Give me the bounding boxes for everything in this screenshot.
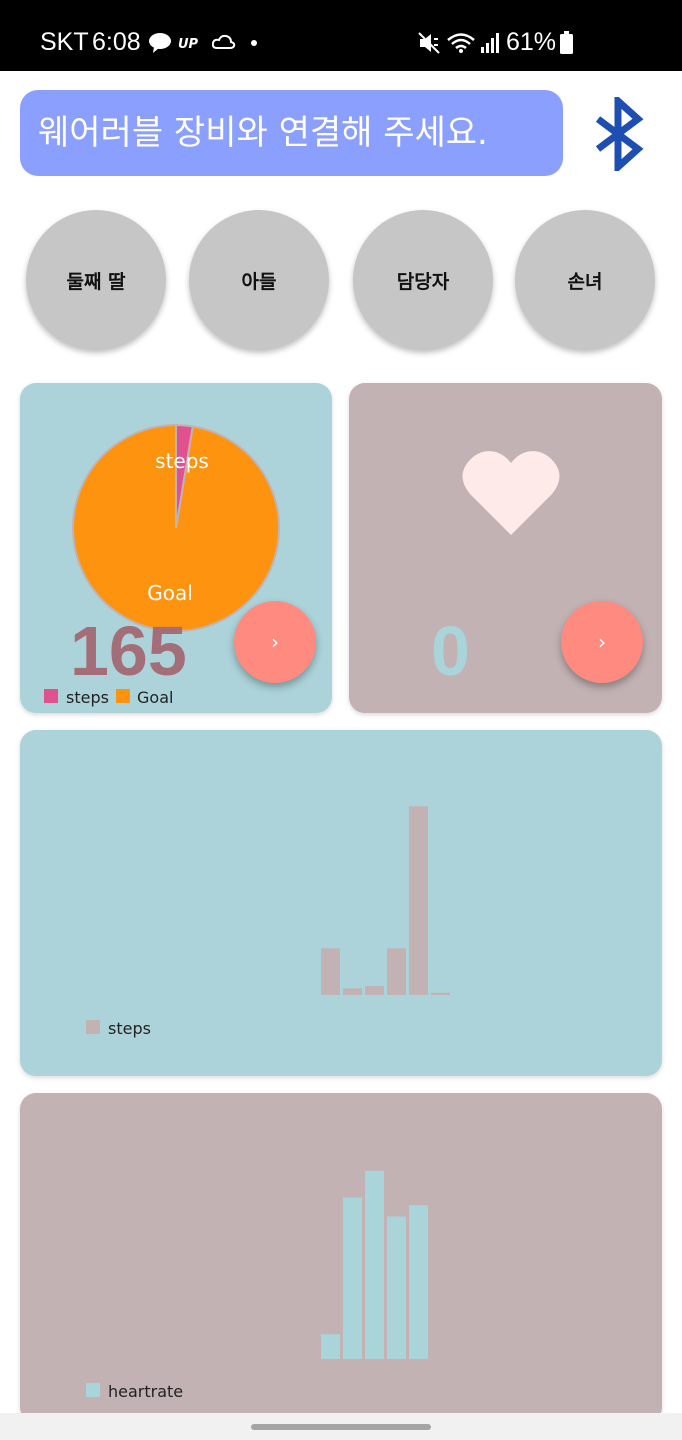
heartrate-bar (387, 1216, 406, 1359)
legend-swatch-heartrate-chart (86, 1383, 100, 1397)
steps-bar (321, 948, 340, 995)
home-handle[interactable] (251, 1424, 431, 1430)
legend-label-goal: Goal (137, 688, 174, 707)
heart-detail-button[interactable]: › (561, 601, 643, 683)
heartrate-bar (343, 1197, 362, 1359)
steps-bar (409, 806, 428, 995)
cloud-icon (212, 34, 236, 49)
heartrate-bar (409, 1205, 428, 1359)
clock: 6:08 (92, 28, 141, 56)
steps-bar (365, 986, 384, 995)
contact-label: 손녀 (567, 270, 603, 293)
steps-bar (431, 992, 450, 995)
legend-label-heartrate-chart: heartrate (108, 1382, 184, 1401)
legend-label-steps-chart: steps (108, 1019, 151, 1038)
dot-icon (251, 40, 257, 46)
heartrate-bar (365, 1170, 384, 1359)
navigation-bar (0, 1413, 682, 1440)
wifi-icon (447, 33, 475, 53)
carrier-label: SKT (40, 28, 89, 56)
mute-icon (418, 32, 440, 54)
steps-bar (343, 988, 362, 995)
steps-chart-card: steps (20, 730, 662, 1076)
contact-label: 담당자 (396, 270, 450, 293)
signal-icon (481, 33, 499, 53)
legend-swatch-steps (44, 689, 58, 703)
contact-granddaughter-button[interactable]: 손녀 (515, 210, 655, 350)
contact-manager-button[interactable]: 담당자 (353, 210, 493, 350)
heart-icon (462, 451, 560, 535)
legend-label-steps: steps (66, 688, 109, 707)
battery-icon (560, 31, 573, 54)
steps-bar (387, 948, 406, 995)
heartrate-chart-card: heartrate (20, 1093, 662, 1423)
battery-percent: 61% (506, 28, 557, 56)
contact-label: 아들 (241, 270, 277, 293)
connect-wearable-banner[interactable]: 웨어러블 장비와 연결해 주세요. (20, 90, 563, 176)
contact-son-button[interactable]: 아들 (189, 210, 329, 350)
steps-card: steps Goal 165 › steps Goal (20, 383, 332, 713)
up-icon: UP (178, 37, 199, 51)
contact-label: 둘째 딸 (66, 270, 126, 293)
pie-label-steps: steps (155, 449, 209, 473)
steps-detail-button[interactable]: › (234, 601, 316, 683)
legend-swatch-goal (116, 689, 130, 703)
svg-text:UP: UP (178, 37, 199, 51)
heartrate-bar (321, 1334, 340, 1359)
heart-card: 0 › (349, 383, 662, 713)
bluetooth-icon[interactable] (592, 97, 648, 171)
legend-swatch-steps-chart (86, 1020, 100, 1034)
pie-label-goal: Goal (147, 581, 193, 605)
heartrate-value: 0 (431, 612, 470, 690)
steps-value: 165 (70, 612, 187, 690)
status-bar: SKT 6:08 UP 61% (0, 0, 682, 71)
heartrate-bar-chart (321, 1170, 428, 1359)
contact-second-daughter-button[interactable]: 둘째 딸 (26, 210, 166, 350)
talk-icon (149, 33, 171, 53)
